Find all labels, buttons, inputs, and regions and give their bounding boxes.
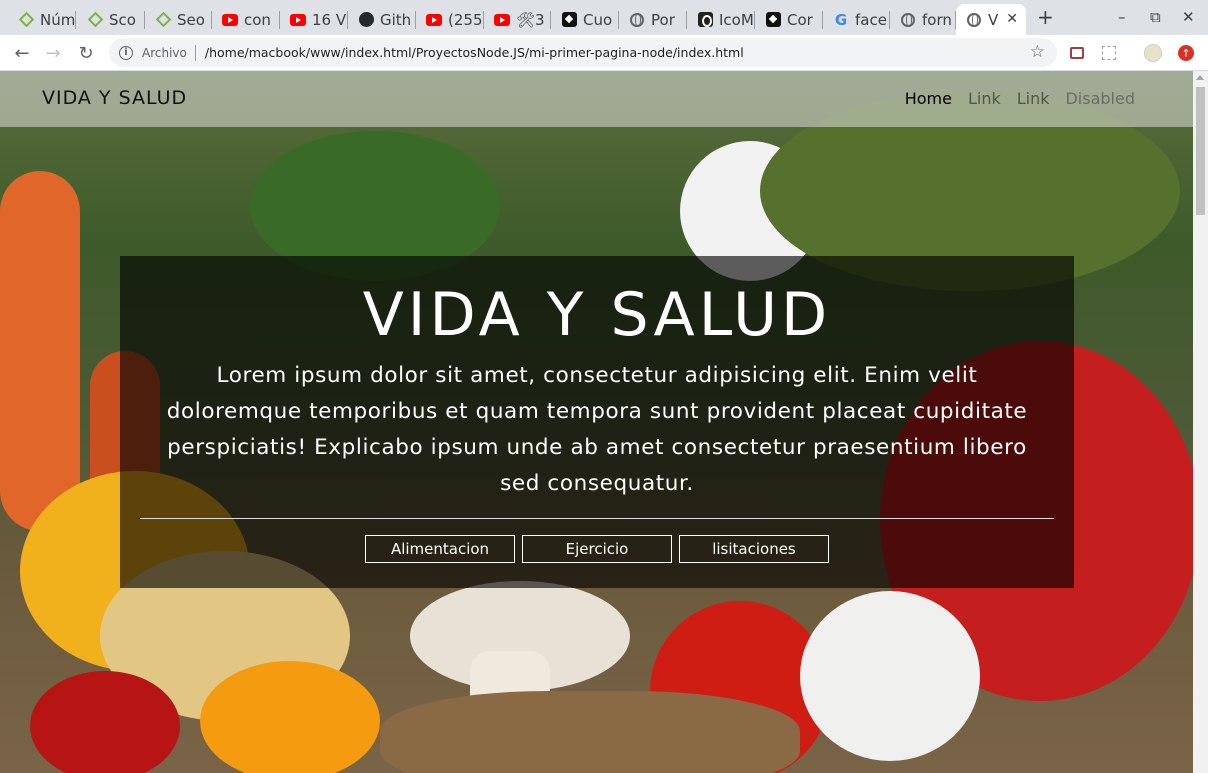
browser-tab[interactable]: 16 V — [280, 4, 348, 35]
browser-tab[interactable]: Sco — [77, 4, 145, 35]
browser-tab-label: Por — [651, 10, 675, 29]
forward-icon[interactable]: → — [41, 41, 65, 65]
diamond-icon — [87, 11, 103, 28]
browser-tab-label: Cor — [787, 10, 813, 29]
youtube-icon — [426, 12, 442, 28]
new-tab-button[interactable]: + — [1037, 5, 1054, 29]
diamond-icon — [155, 11, 171, 28]
hero-divider — [140, 518, 1054, 519]
browser-tab-active[interactable]: V ✕ — [956, 4, 1026, 35]
browser-tab[interactable]: Gface — [823, 4, 890, 35]
codepen-icon — [561, 12, 577, 28]
nav-disabled-link: Disabled — [1065, 89, 1135, 108]
scroll-thumb[interactable] — [1196, 87, 1205, 215]
nav-link-1[interactable]: Link — [960, 89, 1009, 108]
address-bar: ← → ↻ i Archivo /home/macbook/www/index.… — [0, 35, 1208, 71]
browser-tab[interactable]: Por — [619, 4, 687, 35]
extension-icon[interactable] — [1099, 43, 1119, 63]
browser-tab[interactable]: Seo — [145, 4, 212, 35]
hero-paragraph: Lorem ipsum dolor sit amet, consectetur … — [166, 363, 1028, 496]
globe-icon — [900, 12, 916, 28]
bookmark-star-icon[interactable]: ☆ — [1030, 42, 1045, 62]
browser-tab-label: IcoM — [719, 10, 754, 29]
ejercicio-button[interactable]: Ejercicio — [522, 535, 672, 563]
extension-icon[interactable] — [1067, 43, 1087, 63]
browser-tab[interactable]: forn — [890, 4, 956, 35]
nav-link-2[interactable]: Link — [1009, 89, 1058, 108]
browser-tab[interactable]: (255 — [416, 4, 484, 35]
scroll-up-arrow-icon[interactable] — [1196, 75, 1204, 80]
back-icon[interactable]: ← — [10, 41, 34, 65]
browser-tab-label: (255 — [448, 10, 483, 29]
site-navbar: VIDA Y SALUD Home Link Link Disabled — [0, 71, 1193, 127]
youtube-icon — [494, 12, 510, 28]
profile-avatar[interactable] — [1143, 43, 1163, 63]
browser-tab-label: 16 V — [312, 10, 347, 29]
browser-tab-label: Seo — [177, 10, 205, 29]
page-viewport: VIDA Y SALUD Home Link Link Disabled VID… — [0, 71, 1193, 773]
browser-tab-label: Sco — [109, 10, 136, 29]
vertical-scrollbar[interactable] — [1193, 71, 1208, 773]
browser-tab[interactable]: Núm — [8, 4, 76, 35]
nav-home-link[interactable]: Home — [897, 89, 960, 108]
icomoon-icon — [697, 12, 713, 28]
omnibox[interactable]: i Archivo /home/macbook/www/index.html/P… — [109, 38, 1057, 67]
nav-links: Home Link Link Disabled — [897, 89, 1143, 108]
browser-tab[interactable]: Cuo — [551, 4, 619, 35]
tab-strip: Núm Sco Seo con 16 V Gith (255 🛠3 Cuo Por IcoM Cor G… — [0, 0, 1208, 35]
hero-buttons: Alimentacion Ejercicio lisitaciones — [365, 535, 829, 563]
reload-icon[interactable]: ↻ — [74, 41, 98, 65]
lisitaciones-button[interactable]: lisitaciones — [679, 535, 829, 563]
youtube-icon — [222, 12, 238, 28]
diamond-icon — [18, 11, 34, 28]
close-tab-icon[interactable]: ✕ — [1006, 11, 1018, 27]
browser-tab-label: forn — [922, 10, 952, 29]
browser-tab[interactable]: Gith — [348, 4, 416, 35]
browser-tab-label: Cuo — [583, 10, 613, 29]
minimize-window-button[interactable]: – — [1118, 8, 1126, 26]
codepen-icon — [765, 12, 781, 28]
scheme-label: Archivo — [142, 45, 187, 60]
hero-panel: VIDA Y SALUD Lorem ipsum dolor sit amet,… — [120, 256, 1074, 588]
close-window-button[interactable]: ✕ — [1182, 8, 1195, 26]
url-text[interactable]: /home/macbook/www/index.html/ProyectosNo… — [205, 45, 744, 60]
github-icon — [358, 12, 374, 28]
alimentacion-button[interactable]: Alimentacion — [365, 535, 515, 563]
browser-tab-label: con — [244, 10, 271, 29]
google-icon: G — [834, 10, 848, 29]
browser-tab-label: 🛠3 — [516, 10, 545, 29]
browser-tab[interactable]: con — [212, 4, 280, 35]
globe-icon — [629, 12, 645, 28]
browser-tab[interactable]: 🛠3 — [484, 4, 551, 35]
info-icon[interactable]: i — [119, 45, 133, 60]
browser-tab-label: face — [855, 10, 887, 29]
browser-tab-label: Núm — [40, 10, 76, 29]
browser-tab[interactable]: IcoM — [687, 4, 755, 35]
browser-tab-label: V — [988, 10, 999, 29]
hero-title: VIDA Y SALUD — [362, 280, 832, 350]
youtube-icon — [290, 12, 306, 28]
browser-tab-label: Gith — [380, 10, 412, 29]
restore-window-button[interactable]: ⧉ — [1150, 8, 1161, 26]
update-icon[interactable]: ↑ — [1176, 43, 1196, 63]
globe-icon — [966, 12, 982, 28]
site-brand[interactable]: VIDA Y SALUD — [42, 87, 187, 109]
omnibox-divider — [194, 44, 196, 61]
browser-tab[interactable]: Cor — [755, 4, 823, 35]
